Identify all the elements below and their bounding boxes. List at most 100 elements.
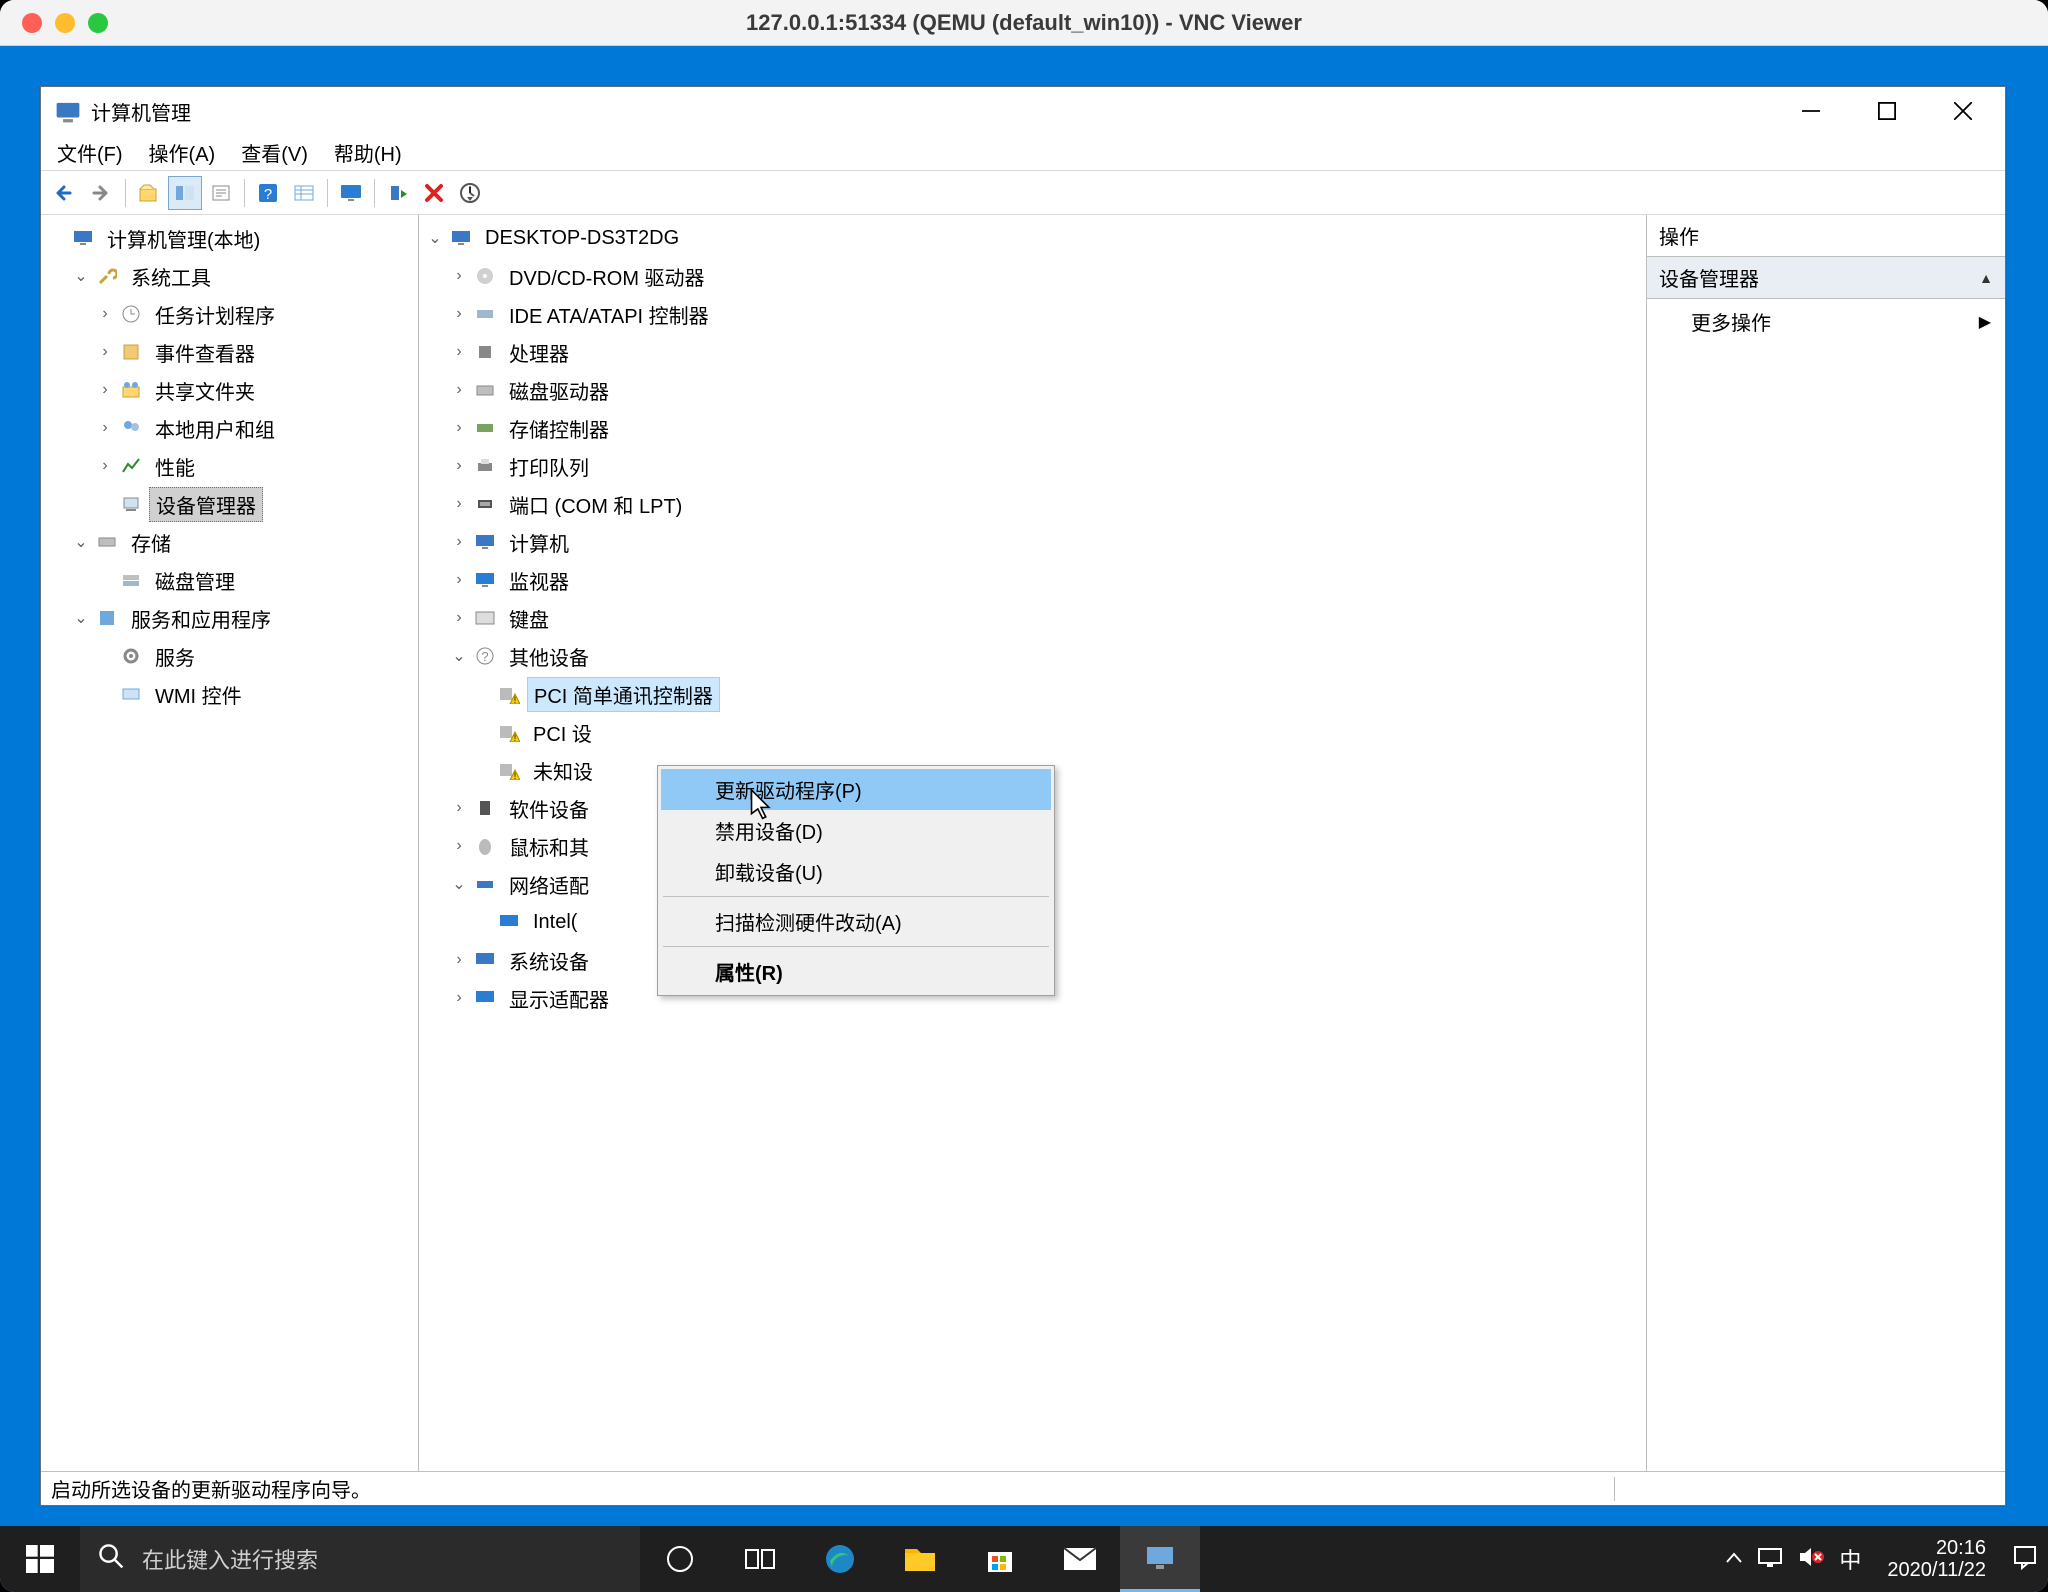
chevron-right-icon[interactable]: › <box>447 264 471 288</box>
chevron-right-icon[interactable]: › <box>447 302 471 326</box>
maximize-button[interactable] <box>1849 87 1925 135</box>
view-details-button[interactable] <box>287 176 321 210</box>
chevron-down-icon[interactable]: ⌄ <box>69 264 93 288</box>
up-level-button[interactable] <box>132 176 166 210</box>
chevron-right-icon[interactable]: › <box>447 796 471 820</box>
chevron-right-icon[interactable]: › <box>447 530 471 554</box>
chevron-down-icon[interactable]: ⌄ <box>69 606 93 630</box>
actions-more[interactable]: 更多操作 ▶ <box>1647 299 2005 344</box>
taskbar-edge[interactable] <box>800 1526 880 1592</box>
chevron-right-icon[interactable]: › <box>447 340 471 364</box>
back-button[interactable] <box>49 176 83 210</box>
mac-close-button[interactable] <box>22 13 42 33</box>
show-hide-tree-button[interactable] <box>168 176 202 210</box>
mac-maximize-button[interactable] <box>88 13 108 33</box>
tree-performance[interactable]: › 性能 <box>41 447 418 485</box>
tray-network-icon[interactable] <box>1757 1546 1783 1573</box>
taskbar-explorer[interactable] <box>880 1526 960 1592</box>
dev-dvd[interactable]: ›DVD/CD-ROM 驱动器 <box>419 257 1646 295</box>
mac-minimize-button[interactable] <box>55 13 75 33</box>
tree-disk-management[interactable]: › 磁盘管理 <box>41 561 418 599</box>
dev-keyboard[interactable]: ›键盘 <box>419 599 1646 637</box>
dev-cpu[interactable]: ›处理器 <box>419 333 1646 371</box>
ctx-update-driver[interactable]: 更新驱动程序(P) <box>661 769 1051 810</box>
taskbar-store[interactable] <box>960 1526 1040 1592</box>
chevron-right-icon[interactable]: › <box>447 492 471 516</box>
chevron-down-icon[interactable]: ⌄ <box>447 872 471 896</box>
dev-computer[interactable]: ›计算机 <box>419 523 1646 561</box>
tray-volume-icon[interactable] <box>1797 1545 1825 1574</box>
chevron-down-icon[interactable]: ⌄ <box>447 644 471 668</box>
ctx-properties[interactable]: 属性(R) <box>661 951 1051 992</box>
chevron-right-icon[interactable]: › <box>93 302 117 326</box>
tree-services-apps[interactable]: ⌄ 服务和应用程序 <box>41 599 418 637</box>
cortana-button[interactable] <box>640 1526 720 1592</box>
dev-storage-controller[interactable]: ›存储控制器 <box>419 409 1646 447</box>
monitor-button[interactable] <box>334 176 368 210</box>
tree-device-manager[interactable]: › 设备管理器 <box>41 485 418 523</box>
menu-action[interactable]: 操作(A) <box>149 138 216 167</box>
chevron-down-icon[interactable]: ⌄ <box>423 226 447 250</box>
chevron-right-icon[interactable]: › <box>93 454 117 478</box>
tray-clock[interactable]: 20:16 2020/11/22 <box>1875 1537 1998 1581</box>
actions-section[interactable]: 设备管理器 ▲ <box>1647 256 2005 299</box>
chevron-right-icon[interactable]: › <box>447 378 471 402</box>
task-view-button[interactable] <box>720 1526 800 1592</box>
dev-pci-device[interactable]: ›!PCI 设 <box>419 713 1646 751</box>
dev-pci-comm[interactable]: ›!PCI 简单通讯控制器 <box>419 675 1646 713</box>
dev-ide[interactable]: ›IDE ATA/ATAPI 控制器 <box>419 295 1646 333</box>
disable-device-button[interactable] <box>417 176 451 210</box>
enable-device-button[interactable] <box>381 176 415 210</box>
chevron-right-icon[interactable]: › <box>93 378 117 402</box>
chevron-right-icon[interactable]: › <box>447 834 471 858</box>
chevron-right-icon[interactable]: › <box>447 606 471 630</box>
start-button[interactable] <box>0 1526 80 1592</box>
help-button[interactable]: ? <box>251 176 285 210</box>
tree-root[interactable]: ▸ 计算机管理(本地) <box>41 219 418 257</box>
properties-button[interactable] <box>204 176 238 210</box>
ctx-uninstall-device[interactable]: 卸载设备(U) <box>661 851 1051 892</box>
tray-ime[interactable]: 中 <box>1839 1543 1861 1575</box>
taskbar-active-compmgmt[interactable] <box>1120 1526 1200 1592</box>
chevron-right-icon[interactable]: › <box>447 948 471 972</box>
windows-desktop[interactable]: 计算机管理 文件(F) 操作(A) 查看(V) 帮助(H) <box>0 46 2048 1592</box>
tray-notifications-icon[interactable] <box>2012 1544 2038 1575</box>
tray-overflow-icon[interactable] <box>1725 1550 1743 1569</box>
ctx-scan-hardware[interactable]: 扫描检测硬件改动(A) <box>661 901 1051 942</box>
left-nav-pane[interactable]: ▸ 计算机管理(本地) ⌄ 系统工具 › 任务计划程序 <box>41 215 419 1471</box>
dev-monitor[interactable]: ›监视器 <box>419 561 1646 599</box>
tree-system-tools[interactable]: ⌄ 系统工具 <box>41 257 418 295</box>
tree-task-scheduler[interactable]: › 任务计划程序 <box>41 295 418 333</box>
dev-diskdrive[interactable]: ›磁盘驱动器 <box>419 371 1646 409</box>
window-titlebar[interactable]: 计算机管理 <box>41 87 2005 135</box>
taskbar-mail[interactable] <box>1040 1526 1120 1592</box>
menu-file[interactable]: 文件(F) <box>57 138 123 167</box>
minimize-button[interactable] <box>1773 87 1849 135</box>
chevron-right-icon[interactable]: › <box>93 340 117 364</box>
chevron-right-icon[interactable]: › <box>447 454 471 478</box>
dev-root[interactable]: ⌄ DESKTOP-DS3T2DG <box>419 219 1646 257</box>
taskbar-search[interactable]: 在此键入进行搜索 <box>80 1526 640 1592</box>
chevron-right-icon[interactable]: › <box>93 416 117 440</box>
chevron-right-icon[interactable]: › <box>447 986 471 1010</box>
tree-services[interactable]: › 服务 <box>41 637 418 675</box>
status-separator <box>1614 1477 1615 1501</box>
dev-ports[interactable]: ›端口 (COM 和 LPT) <box>419 485 1646 523</box>
chevron-down-icon[interactable]: ⌄ <box>69 530 93 554</box>
forward-button[interactable] <box>85 176 119 210</box>
tree-event-viewer[interactable]: › 事件查看器 <box>41 333 418 371</box>
update-driver-button[interactable] <box>453 176 487 210</box>
close-button[interactable] <box>1925 87 2001 135</box>
tree-local-users[interactable]: › 本地用户和组 <box>41 409 418 447</box>
menu-view[interactable]: 查看(V) <box>241 138 308 167</box>
ctx-disable-device[interactable]: 禁用设备(D) <box>661 810 1051 851</box>
tree-wmi[interactable]: › WMI 控件 <box>41 675 418 713</box>
tree-storage[interactable]: ⌄ 存储 <box>41 523 418 561</box>
dev-other[interactable]: ⌄?其他设备 <box>419 637 1646 675</box>
chevron-right-icon[interactable]: › <box>447 416 471 440</box>
menu-help[interactable]: 帮助(H) <box>334 138 402 167</box>
dev-print-queue[interactable]: ›打印队列 <box>419 447 1646 485</box>
chevron-right-icon[interactable]: › <box>447 568 471 592</box>
tree-shared-folders[interactable]: › 共享文件夹 <box>41 371 418 409</box>
collapse-caret-icon[interactable]: ▲ <box>1979 270 1993 286</box>
